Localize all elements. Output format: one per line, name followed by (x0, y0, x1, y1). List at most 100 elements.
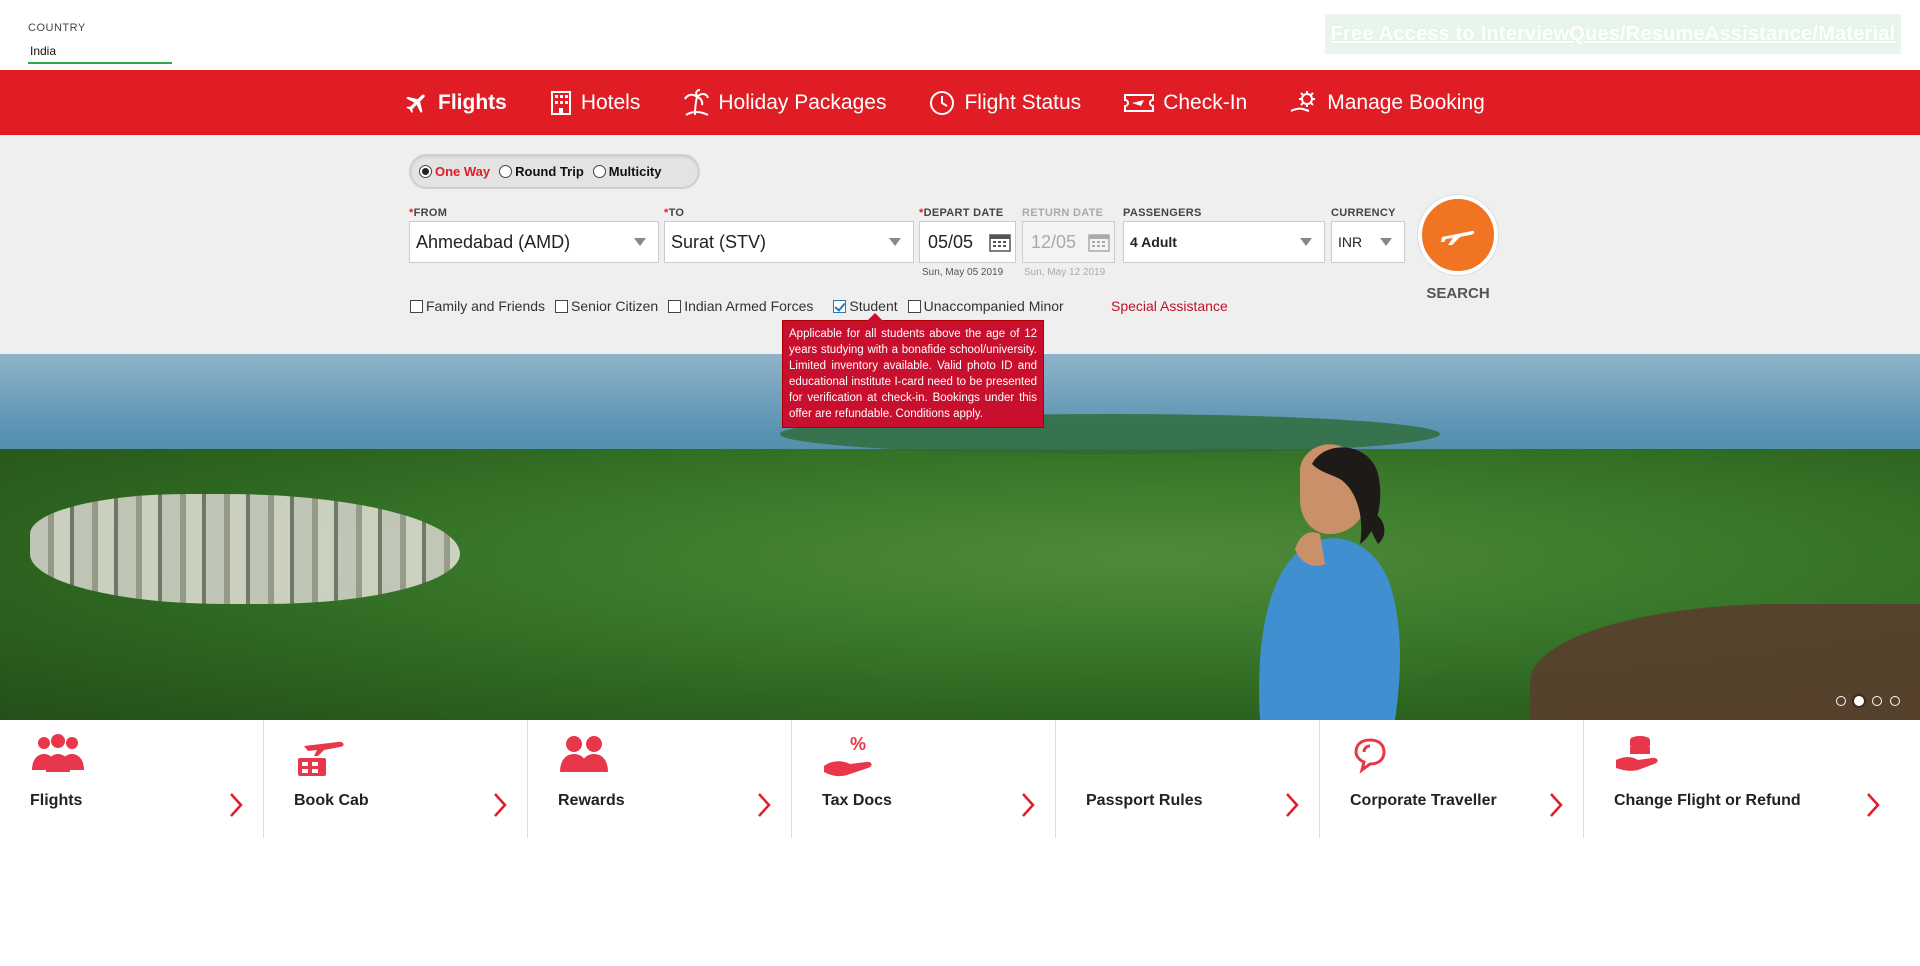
nav-flight-status[interactable]: Flight Status (928, 89, 1081, 117)
tile-tax-docs[interactable]: % Tax Docs (792, 720, 1056, 838)
fare-type-checkboxes: Family and Friends Senior Citizen Indian… (410, 298, 1074, 314)
nav-manage-booking[interactable]: Manage Booking (1289, 89, 1485, 117)
palm-tree-icon (684, 88, 710, 116)
checkbox-box[interactable] (833, 299, 847, 313)
chat-icon (1354, 738, 1386, 774)
tile-corporate-traveller[interactable]: Corporate Traveller (1320, 720, 1584, 838)
currency-value: INR (1338, 234, 1363, 250)
carousel-dot[interactable] (1872, 696, 1882, 706)
currency-select[interactable]: INR (1331, 221, 1405, 263)
chevron-right-icon (494, 793, 507, 817)
nav-label: Holiday Packages (718, 90, 887, 114)
coins-hand-icon (1616, 736, 1658, 771)
calendar-icon[interactable] (989, 232, 1011, 252)
checkbox-box[interactable] (668, 299, 682, 313)
chevron-right-icon (1286, 793, 1299, 817)
checkbox-family-and-friends[interactable]: Family and Friends (410, 298, 545, 314)
passengers-value: 4 Adult (1130, 234, 1177, 250)
nav-label: Check-In (1163, 90, 1248, 114)
currency-label: CURRENCY (1331, 207, 1396, 219)
chevron-down-icon (1380, 238, 1392, 246)
nav-label: Flights (438, 90, 507, 114)
calendar-icon[interactable] (1088, 232, 1110, 252)
tile-label: Rewards (558, 792, 625, 809)
radio-one-way[interactable]: One Way (419, 164, 490, 179)
tile-label: Corporate Traveller (1350, 792, 1497, 809)
chevron-down-icon (889, 238, 901, 246)
tile-label: Passport Rules (1086, 792, 1203, 809)
checkbox-box[interactable] (555, 299, 569, 313)
country-selector[interactable]: COUNTRY India (28, 22, 172, 64)
chevron-down-icon (634, 238, 646, 246)
carousel-dot[interactable] (1854, 696, 1864, 706)
return-date-field[interactable]: 12/05 (1022, 221, 1115, 263)
checkbox-box[interactable] (907, 299, 921, 313)
promo-banner[interactable]: Free Access to InterviewQues/ResumeAssis… (1325, 14, 1901, 54)
chevron-right-icon (1867, 793, 1880, 817)
special-assistance-link[interactable]: Special Assistance (1111, 298, 1228, 314)
carousel-dots (1828, 696, 1900, 706)
tile-rewards[interactable]: Rewards (528, 720, 792, 838)
radio-dot[interactable] (592, 165, 606, 178)
checkbox-student[interactable]: Student (833, 298, 898, 314)
checkbox-box[interactable] (410, 299, 423, 313)
nav-flights[interactable]: Flights (404, 90, 507, 116)
checkbox-label: Student (849, 298, 898, 314)
tile-book-cab[interactable]: Book Cab (264, 720, 528, 838)
depart-date-label: *DEPART DATE (919, 207, 1004, 219)
return-date-label: RETURN DATE (1022, 207, 1104, 219)
checkbox-unaccompanied-minor[interactable]: Unaccompanied Minor (907, 298, 1064, 314)
return-date-sub: Sun, May 12 2019 (1024, 267, 1106, 278)
hero-person-image (1259, 444, 1400, 720)
main-nav: Flights Hotels Holiday Packages Flight S… (0, 70, 1920, 135)
plane-icon (1441, 230, 1475, 245)
checkbox-label: Indian Armed Forces (684, 298, 814, 314)
return-date-value: 12/05 (1031, 231, 1077, 252)
percent-hand-icon: % (824, 734, 872, 777)
trip-type-toggle: One Way Round Trip Multicity (409, 154, 700, 189)
chevron-right-icon (758, 793, 771, 817)
to-label: *TO (664, 207, 685, 219)
promo-link[interactable]: Free Access to InterviewQues/ResumeAssis… (1331, 23, 1896, 46)
checkbox-indian-armed-forces[interactable]: Indian Armed Forces (668, 298, 813, 314)
country-input[interactable]: India (28, 42, 172, 64)
hotel-icon (550, 90, 571, 115)
clock-icon (930, 90, 955, 115)
search-button[interactable] (1418, 195, 1498, 275)
chevron-down-icon (1300, 238, 1312, 246)
to-select[interactable]: Surat (STV) (664, 221, 914, 263)
to-value: Surat (STV) (671, 231, 767, 252)
group-icon (32, 734, 84, 772)
radio-label: Multicity (608, 164, 662, 179)
radio-dot[interactable] (499, 165, 513, 178)
checkbox-senior-citizen[interactable]: Senior Citizen (555, 298, 658, 314)
nav-label: Flight Status (964, 90, 1082, 114)
radio-round-trip[interactable]: Round Trip (499, 164, 584, 179)
depart-date-field[interactable]: 05/05 (919, 221, 1016, 263)
radio-multicity[interactable]: Multicity (592, 164, 662, 179)
nav-check-in[interactable]: Check-In (1123, 91, 1247, 115)
chevron-right-icon (1022, 793, 1035, 817)
carousel-dot[interactable] (1890, 696, 1900, 706)
people-icon (560, 736, 608, 772)
passengers-select[interactable]: 4 Adult (1123, 221, 1325, 263)
carousel-dot[interactable] (1836, 696, 1846, 706)
radio-label: Round Trip (515, 164, 584, 179)
tile-change-flight-or-refund[interactable]: Change Flight or Refund (1584, 720, 1920, 838)
radio-label: One Way (435, 164, 491, 179)
nav-hotels[interactable]: Hotels (549, 90, 640, 116)
tile-flights[interactable]: Flights (0, 720, 264, 838)
top-bar: COUNTRY India Free Access to InterviewQu… (0, 0, 1920, 70)
search-label: SEARCH (1426, 285, 1490, 302)
quick-links: Flights Book Cab Rewards % Tax Docs Pass… (0, 720, 1920, 838)
radio-dot[interactable] (419, 165, 432, 178)
nav-holiday-packages[interactable]: Holiday Packages (682, 88, 887, 117)
checkbox-label: Unaccompanied Minor (923, 298, 1064, 314)
plane-icon (406, 93, 425, 113)
from-select[interactable]: Ahmedabad (AMD) (409, 221, 659, 263)
tile-passport-rules[interactable]: Passport Rules (1056, 720, 1320, 838)
checkbox-label: Family and Friends (426, 298, 546, 314)
country-label: COUNTRY (28, 22, 86, 34)
checkbox-label: Senior Citizen (571, 298, 659, 314)
passengers-label: PASSENGERS (1123, 207, 1202, 219)
